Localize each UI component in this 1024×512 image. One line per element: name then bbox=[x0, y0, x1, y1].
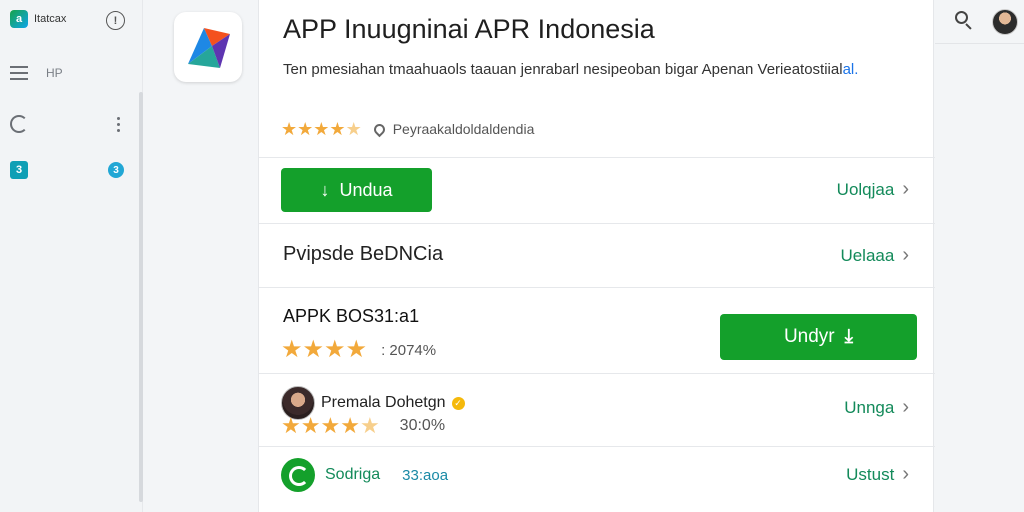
divider bbox=[259, 446, 935, 447]
review-meta: 30:0% bbox=[399, 417, 446, 434]
star-icon: ★ bbox=[324, 336, 346, 363]
sidebar-refresh-item[interactable] bbox=[10, 115, 28, 133]
star-icon: ★ bbox=[281, 119, 298, 139]
app-logo-icon bbox=[188, 28, 230, 68]
review-link[interactable]: Unnga › bbox=[844, 396, 909, 419]
star-icon: ★ bbox=[340, 413, 360, 438]
chevron-right-icon: › bbox=[902, 178, 909, 200]
half-star-icon: ★ bbox=[345, 119, 362, 139]
bottom-item-label: Sodriga bbox=[325, 466, 381, 483]
description-text: Ten pmesiahan tmaahuaols taauan jenrabar… bbox=[283, 61, 843, 78]
bottom-item[interactable]: Sodriga 33:aoa bbox=[281, 458, 448, 492]
row1-link[interactable]: Uolqjaa › bbox=[837, 178, 909, 201]
divider bbox=[259, 223, 935, 224]
half-star-icon: ★ bbox=[359, 413, 380, 438]
refresh-icon bbox=[10, 115, 28, 133]
star-icon: ★ bbox=[302, 336, 325, 363]
user-avatar[interactable] bbox=[992, 9, 1018, 35]
download-button[interactable]: ↓ Undua bbox=[281, 168, 432, 212]
review-link-label: Unnga bbox=[844, 397, 895, 417]
star-icon: ★ bbox=[313, 119, 330, 139]
divider bbox=[259, 373, 935, 374]
app-icon bbox=[174, 12, 242, 82]
download-arrow-icon: ↓ bbox=[320, 179, 330, 200]
download-arrow-icon: ⤓ bbox=[844, 326, 854, 347]
info-icon[interactable]: ! bbox=[106, 11, 125, 30]
row2-link-label: Uelaaa bbox=[840, 245, 895, 265]
sidebar-app-item[interactable]: 3 bbox=[10, 161, 28, 179]
chevron-right-icon: › bbox=[902, 463, 909, 485]
divider bbox=[259, 157, 935, 158]
section-rating: ★ ★ ★ ★ : 2074% bbox=[281, 338, 436, 362]
brand-logo-icon: a bbox=[10, 10, 28, 28]
hamburger-icon bbox=[10, 66, 28, 80]
reviewer-name: Premala Dohetgn bbox=[321, 394, 446, 411]
bottom-link[interactable]: Ustust › bbox=[846, 463, 909, 486]
search-icon[interactable] bbox=[955, 11, 973, 30]
row2-link[interactable]: Uelaaa › bbox=[840, 244, 909, 267]
brand-name: Itatcax bbox=[34, 13, 67, 25]
star-icon: ★ bbox=[297, 119, 314, 139]
sidebar: a Itatcax ! HP 3 3 bbox=[0, 0, 143, 512]
sidebar-menu-label: HP bbox=[46, 66, 63, 80]
chevron-right-icon: › bbox=[902, 396, 909, 418]
section-download-button[interactable]: Undyr ⤓ bbox=[720, 314, 917, 360]
review-rating: ★ ★ ★ ★ ★ 30:0% bbox=[281, 415, 445, 437]
row2-title: Pvipsde BeDNCia bbox=[283, 243, 444, 265]
app-detail-panel: APP Inuugninai APR Indonesia Ten pmesiah… bbox=[258, 0, 935, 512]
bottom-link-label: Ustust bbox=[846, 464, 895, 484]
sidebar-scrollbar[interactable] bbox=[139, 92, 143, 502]
star-icon: ★ bbox=[300, 413, 321, 438]
more-vert-icon[interactable] bbox=[117, 117, 120, 135]
star-icon: ★ bbox=[329, 119, 346, 139]
bottom-item-meta: 33:aoa bbox=[402, 466, 449, 484]
location-pin-icon bbox=[371, 121, 387, 137]
star-icon: ★ bbox=[345, 336, 368, 363]
page-title: APP Inuugninai APR Indonesia bbox=[283, 14, 655, 44]
description-link[interactable]: al. bbox=[843, 61, 859, 78]
download-label: Undua bbox=[339, 179, 393, 200]
publisher-name: Peyraakaldoldaldendia bbox=[392, 121, 535, 137]
section-rating-meta: : 2074% bbox=[381, 341, 437, 359]
divider bbox=[259, 287, 935, 288]
sidebar-brand[interactable]: a Itatcax bbox=[10, 10, 66, 28]
header-rating: ★ ★ ★ ★ ★ Peyraakaldoldaldendia bbox=[281, 120, 534, 138]
app-square-icon: 3 bbox=[10, 161, 28, 179]
star-icon: ★ bbox=[320, 413, 341, 438]
app-badge: 3 bbox=[108, 162, 124, 178]
section-title: APPK BOS31:a1 bbox=[283, 306, 420, 326]
chevron-right-icon: › bbox=[902, 244, 909, 266]
row1-link-label: Uolqjaa bbox=[836, 179, 895, 199]
rating-stars: ★ ★ ★ ★ ★ bbox=[281, 120, 362, 138]
right-gutter bbox=[935, 44, 1024, 512]
verified-badge-icon: ✓ bbox=[451, 396, 465, 410]
star-icon: ★ bbox=[281, 413, 301, 438]
section-download-label: Undyr bbox=[783, 326, 835, 347]
refresh-green-icon bbox=[281, 458, 315, 492]
sidebar-menu-item[interactable]: HP bbox=[10, 66, 63, 80]
app-description: Ten pmesiahan tmaahuaols taauan jenrabar… bbox=[283, 60, 883, 80]
star-icon: ★ bbox=[281, 336, 303, 363]
